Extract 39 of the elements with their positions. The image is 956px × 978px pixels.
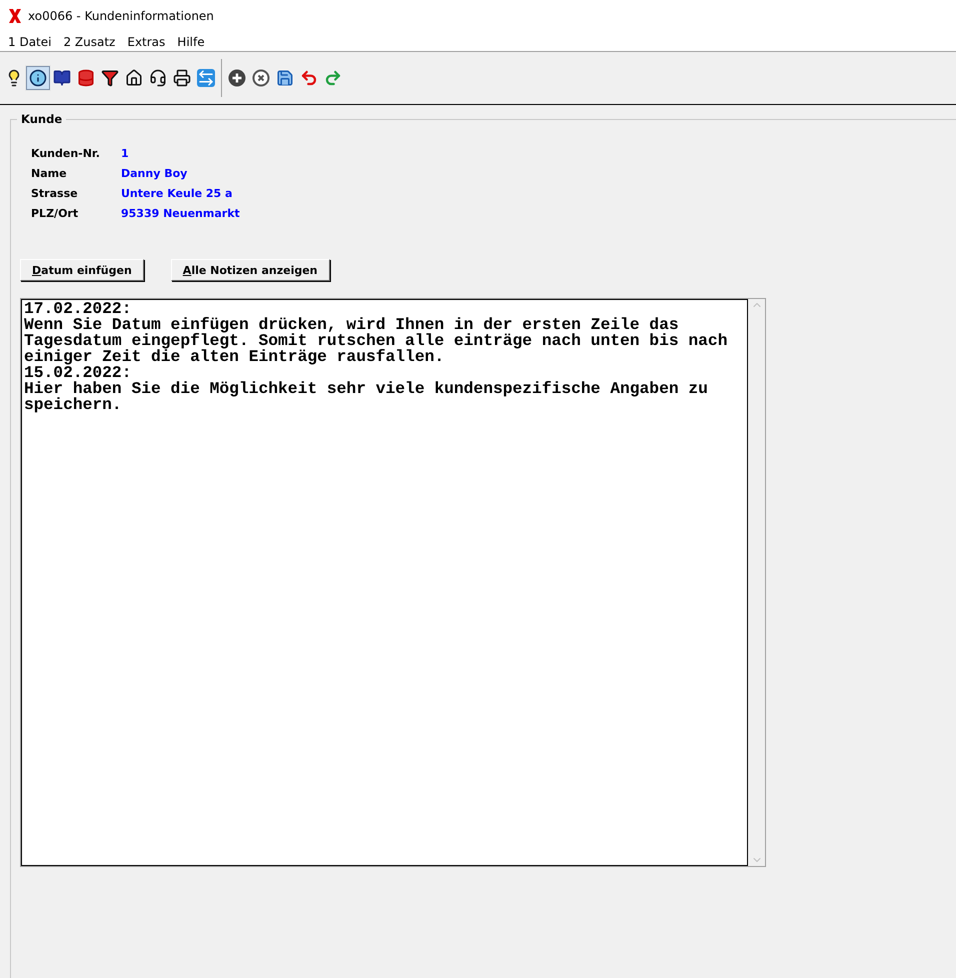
menu-item[interactable]: Extras (121, 34, 172, 48)
plus-circle-icon (228, 69, 246, 87)
save-icon (276, 69, 294, 87)
field-label: Kunden-Nr. (31, 146, 101, 162)
close-circle-icon (252, 69, 270, 87)
menu-item[interactable]: Hilfe (171, 34, 211, 48)
note-line: 17.02.2022: (24, 301, 132, 317)
app-logo-icon (8, 8, 22, 24)
arrows-icon (197, 69, 215, 87)
note-line: 15.02.2022: (24, 365, 132, 381)
field-value: 1 (121, 146, 130, 162)
filter-icon (101, 69, 119, 87)
action-button[interactable]: Alle Notizen anzeigen (170, 259, 330, 281)
redo-icon (324, 69, 342, 87)
field-value: Untere Keule 25 a (121, 186, 234, 202)
database-icon (77, 69, 95, 87)
info-icon (29, 69, 47, 87)
menu-item[interactable]: 2 Zusatz (57, 34, 122, 48)
home-icon (125, 69, 143, 87)
field-value: Danny Boy (121, 166, 188, 182)
action-button[interactable]: Datum einfügen (20, 259, 144, 281)
note-line: Tagesdatum eingepflegt. Somit rutschen alle einträge nach unten bis nach (24, 333, 728, 349)
undo-icon (300, 69, 318, 87)
note-line: einiger Zeit die alten Einträge rausfallen. (24, 349, 446, 365)
notes-field[interactable] (20, 298, 766, 867)
headset-icon (149, 69, 167, 87)
window-title: xo0066 - Kundeninformationen (28, 9, 214, 23)
note-line: speichern. (24, 397, 123, 413)
field-label: Strasse (31, 186, 79, 202)
field-label: PLZ/Ort (31, 206, 80, 222)
group-title: Kunde (17, 112, 66, 126)
toolbar-button[interactable] (26, 66, 50, 90)
note-line: Wenn Sie Datum einfügen drücken, wird Ihnen in der ersten Zeile das (24, 317, 680, 333)
field-value: 95339 Neuenmarkt (121, 206, 240, 222)
note-line: Hier haben Sie die Möglichkeit sehr viele kundenspezifische Angaben zu (24, 381, 709, 397)
book-icon (53, 69, 71, 87)
field-label: Name (31, 166, 68, 182)
menu-item[interactable]: 1 Datei (2, 34, 58, 48)
printer-icon (173, 69, 191, 87)
